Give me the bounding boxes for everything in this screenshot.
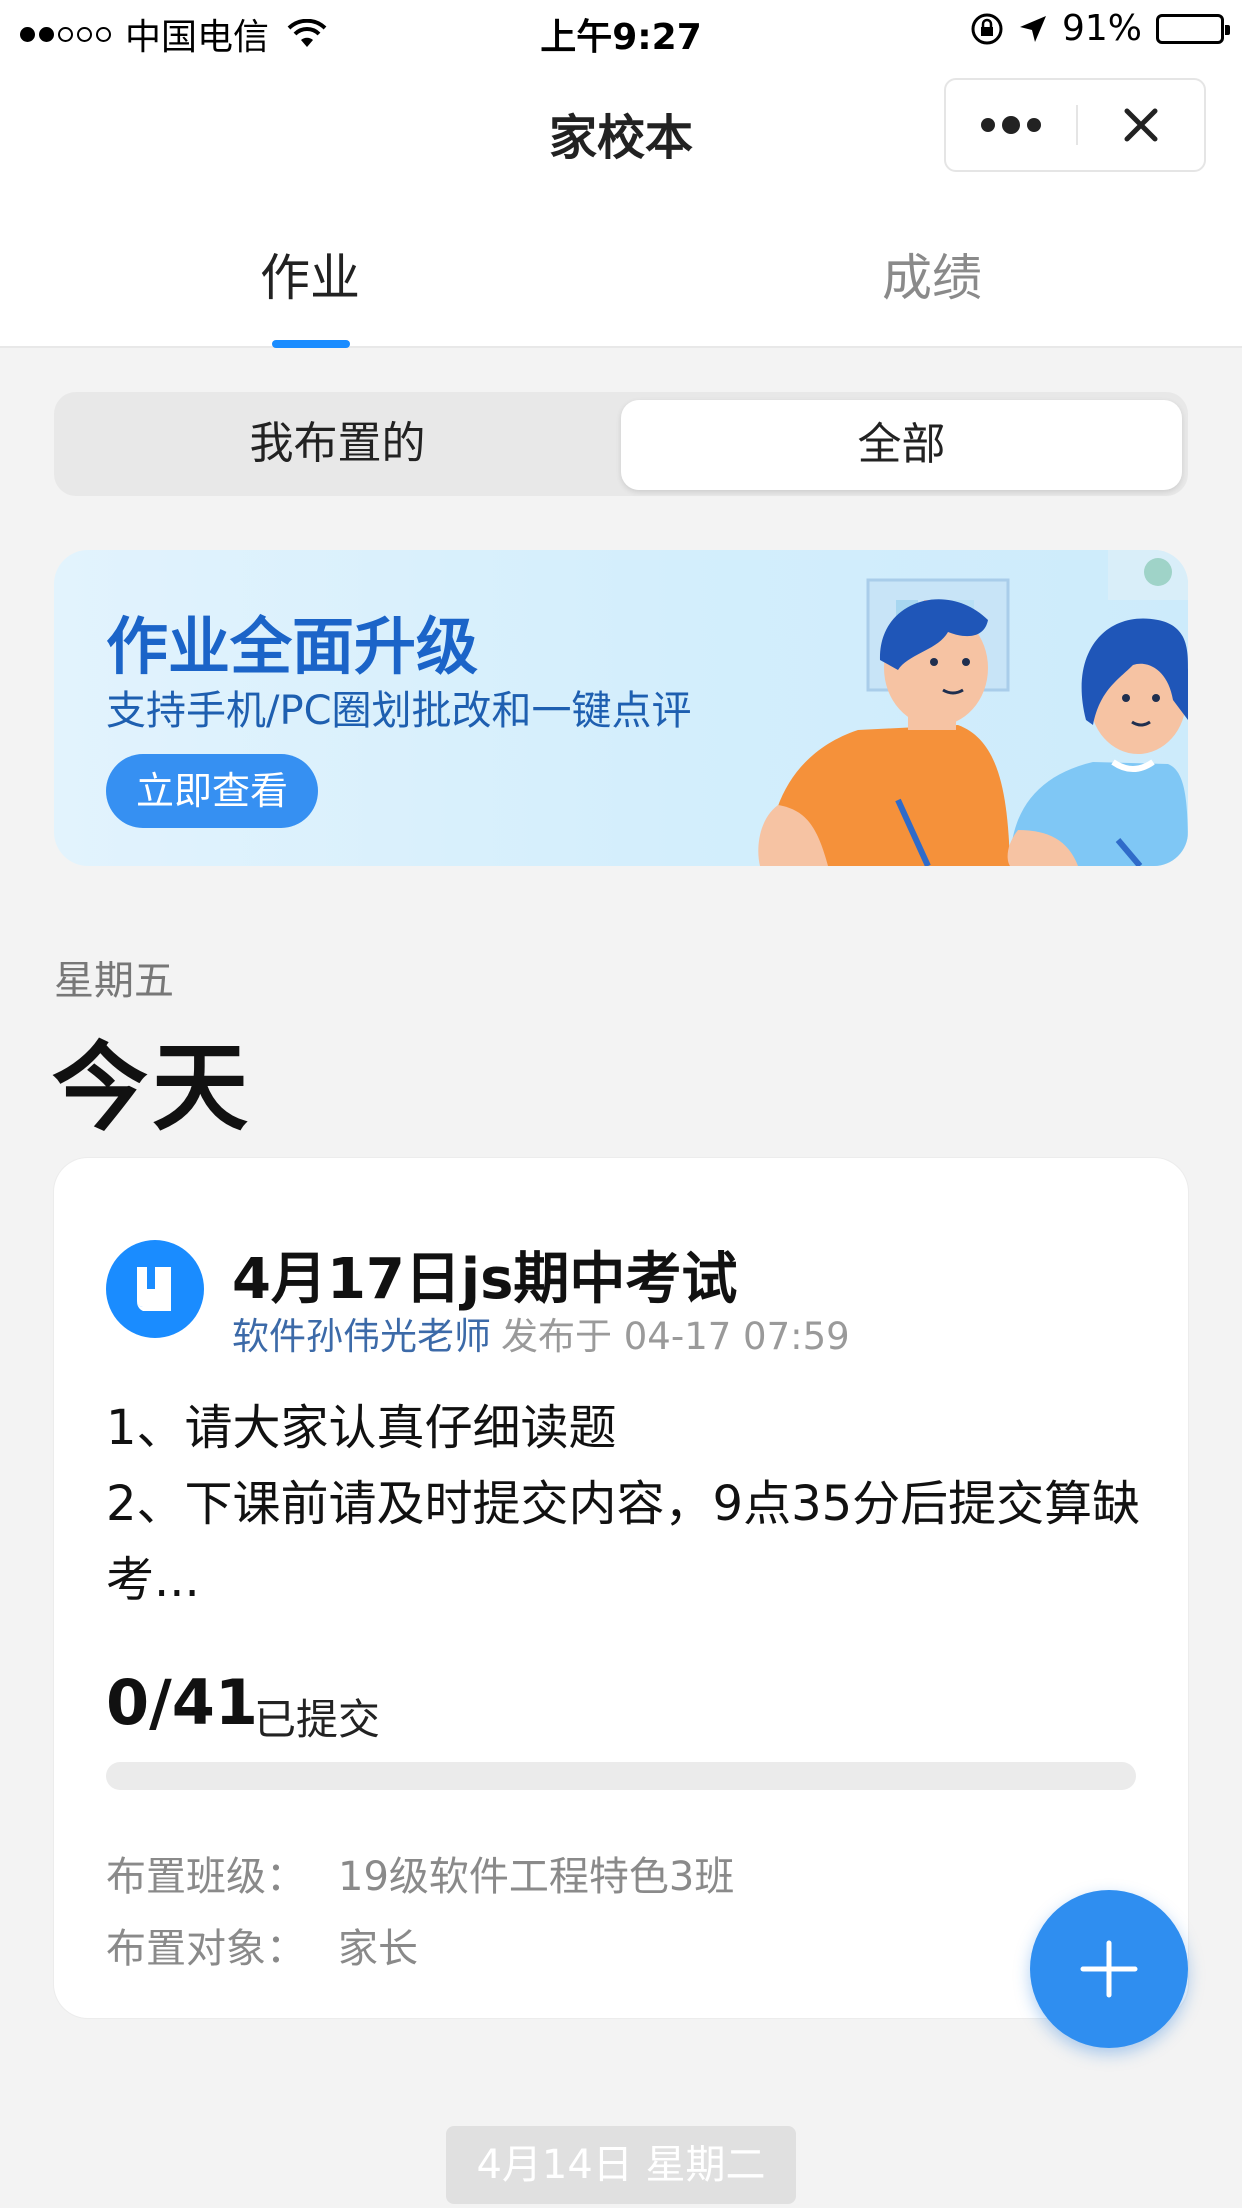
promo-banner[interactable]: 作业全面升级 支持手机/PC圈划批改和一键点评 立即查看 [54,550,1188,866]
class-value: 19级软件工程特色3班 [338,1854,735,1900]
more-dots-icon[interactable] [946,80,1076,170]
homework-description: 1、请大家认真仔细读题 2、下课前请及时提交内容，9点35分后提交算缺考... [106,1390,1146,1618]
plus-icon [1080,1940,1138,1998]
students-illustration [758,550,1188,866]
homework-card[interactable]: 4月17日js期中考试 软件孙伟光老师 发布于 04-17 07:59 1、请大家… [54,1158,1188,2018]
class-label: 布置班级： [106,1854,306,1900]
banner-view-button[interactable]: 立即查看 [106,754,318,828]
battery-percent: 91% [1061,8,1142,49]
close-button[interactable] [1078,105,1204,145]
class-row: 布置班级： 19级软件工程特色3班 [106,1844,734,1902]
location-icon [1019,15,1046,42]
target-label: 布置对象： [106,1926,306,1972]
status-bar: 中国电信 上午9:27 91% [0,0,1242,62]
description-line: 1、请大家认真仔细读题 [106,1400,617,1456]
submission-progress-bar [106,1762,1136,1790]
banner-subtitle: 支持手机/PC圈划批改和一键点评 [106,688,692,734]
segmented-control: 我布置的 全部 [54,392,1188,496]
submitted-count: 0/41 [106,1666,259,1739]
target-value: 家长 [338,1926,418,1972]
section-day-title: 今天 [52,1032,252,1144]
segment-mine[interactable]: 我布置的 [54,392,621,496]
status-right: 91% [970,8,1230,49]
tab-bar: 作业 成绩 [0,192,1242,348]
miniprogram-capsule [944,78,1206,172]
tab-active-indicator [272,340,350,348]
publish-time: 发布于 04-17 07:59 [501,1315,850,1358]
teacher-name: 软件孙伟光老师 [232,1315,491,1358]
description-line: 2、下课前请及时提交内容，9点35分后提交算缺考... [106,1476,1141,1608]
tab-homework[interactable]: 作业 [260,238,360,310]
section-weekday: 星期五 [54,958,174,1004]
nav-bar: 家校本 [0,62,1242,192]
tab-grades[interactable]: 成绩 [882,238,982,310]
homework-meta: 软件孙伟光老师 发布于 04-17 07:59 [232,1306,850,1360]
target-row: 布置对象： 家长 [106,1916,418,1974]
homework-title: 4月17日js期中考试 [232,1247,738,1312]
battery-icon [1156,13,1230,44]
date-divider-chip: 4月14日 星期二 [446,2126,796,2204]
segment-all[interactable]: 全部 [621,400,1182,490]
orientation-lock-icon [971,13,1003,44]
close-icon [1124,108,1158,142]
banner-title: 作业全面升级 [106,610,479,683]
add-homework-button[interactable] [1030,1890,1188,2048]
homework-book-icon [106,1240,204,1338]
submitted-label: 已提交 [254,1695,381,1744]
